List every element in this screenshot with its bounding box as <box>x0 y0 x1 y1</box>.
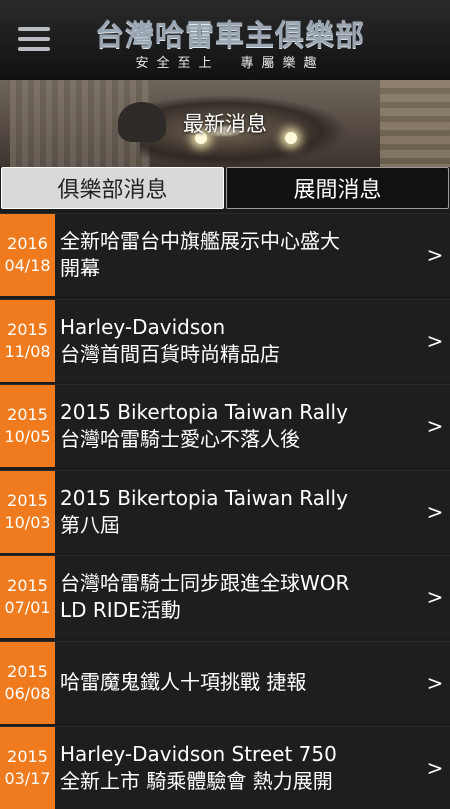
news-title-line1: 2015 Bikertopia Taiwan Rally <box>60 485 348 510</box>
news-title-line2: 台灣哈雷騎士愛心不落人後 <box>60 427 300 451</box>
news-title-line2: LD RIDE活動 <box>60 598 181 622</box>
chevron-right-icon: > <box>426 243 444 267</box>
chevron-right-icon: > <box>426 756 444 780</box>
news-item[interactable]: 2015 03/17 Harley-Davidson Street 750 全新… <box>0 726 450 809</box>
news-banner: 最新消息 <box>0 80 450 167</box>
news-year: 2016 <box>7 234 48 253</box>
app-header: 台灣哈雷車主俱樂部 安全至上 專屬樂趣 <box>0 0 450 80</box>
news-year: 2015 <box>7 319 48 339</box>
news-item[interactable]: 2015 11/08 Harley-Davidson 台灣首間百貨時尚精品店 > <box>0 298 450 382</box>
chevron-right-icon: > <box>426 328 444 353</box>
news-title: 2015 Bikertopia Taiwan Rally 台灣哈雷騎士愛心不落人… <box>55 385 420 467</box>
news-item[interactable]: 2015 10/03 2015 Bikertopia Taiwan Rally … <box>0 469 450 553</box>
news-item[interactable]: 2015 07/01 台灣哈雷騎士同步跟進全球WOR LD RIDE活動 > <box>0 555 450 638</box>
news-list: 2016 04/18 全新哈雷台中旗艦展示中心盛大 開幕 > 2015 11/0… <box>0 213 450 809</box>
chevron-right-icon: > <box>426 585 444 609</box>
news-title-line1: Harley-Davidson Street 750 <box>60 742 337 766</box>
news-date: 2015 06/08 <box>0 641 55 724</box>
news-day: 10/03 <box>4 512 51 532</box>
tab-showroom-news[interactable]: 展間消息 <box>226 167 449 209</box>
news-title: Harley-Davidson 台灣首間百貨時尚精品店 <box>55 300 420 382</box>
news-day: 04/18 <box>4 256 51 275</box>
news-title-line1: 台灣哈雷騎士同步跟進全球WOR <box>60 571 350 595</box>
news-title-line2: 全新上市 騎乘體驗會 熱力展開 <box>60 769 333 793</box>
news-date: 2015 11/08 <box>0 299 55 382</box>
news-year: 2015 <box>7 576 48 595</box>
news-item[interactable]: 2016 04/18 全新哈雷台中旗艦展示中心盛大 開幕 > <box>0 213 450 296</box>
news-date: 2015 10/03 <box>0 470 55 553</box>
news-day: 07/01 <box>4 598 51 617</box>
news-date: 2015 10/05 <box>0 385 55 467</box>
news-title: Harley-Davidson Street 750 全新上市 騎乘體驗會 熱力… <box>55 727 420 809</box>
news-date: 2016 04/18 <box>0 214 55 296</box>
news-title-line2: 第八屆 <box>60 512 120 537</box>
news-title-line1: 2015 Bikertopia Taiwan Rally <box>60 400 348 424</box>
news-title: 台灣哈雷騎士同步跟進全球WOR LD RIDE活動 <box>55 556 420 638</box>
news-title-line2: 台灣首間百貨時尚精品店 <box>60 341 280 366</box>
club-logo-title: 台灣哈雷車主俱樂部 <box>94 18 365 52</box>
news-date: 2015 03/17 <box>0 727 55 809</box>
news-title-line2: 開幕 <box>60 256 100 280</box>
news-item[interactable]: 2015 06/08 哈雷魔鬼鐵人十項挑戰 捷報 > <box>0 640 450 724</box>
news-item[interactable]: 2015 10/05 2015 Bikertopia Taiwan Rally … <box>0 384 450 467</box>
news-title-line1: 哈雷魔鬼鐵人十項挑戰 捷報 <box>60 670 307 694</box>
tab-club-news[interactable]: 俱樂部消息 <box>1 167 224 209</box>
news-title: 哈雷魔鬼鐵人十項挑戰 捷報 <box>55 642 420 724</box>
news-date: 2015 07/01 <box>0 556 55 638</box>
page-title: 最新消息 <box>183 112 267 136</box>
news-year: 2015 <box>7 405 48 424</box>
news-day: 10/05 <box>4 427 51 446</box>
news-title: 全新哈雷台中旗艦展示中心盛大 開幕 <box>55 214 420 296</box>
news-title: 2015 Bikertopia Taiwan Rally 第八屆 <box>55 471 420 553</box>
chevron-right-icon: > <box>426 499 444 524</box>
chevron-right-icon: > <box>426 414 444 438</box>
news-year: 2015 <box>7 490 48 510</box>
news-day: 03/17 <box>4 769 51 788</box>
news-year: 2015 <box>7 661 48 681</box>
news-year: 2015 <box>7 747 48 766</box>
chevron-right-icon: > <box>426 670 444 695</box>
news-tabs: 俱樂部消息 展間消息 <box>0 167 450 209</box>
news-day: 06/08 <box>4 683 51 703</box>
news-day: 11/08 <box>4 341 51 361</box>
news-title-line1: 全新哈雷台中旗艦展示中心盛大 <box>60 229 340 253</box>
club-logo-subtitle: 安全至上 專屬樂趣 <box>135 56 325 71</box>
hamburger-menu-icon[interactable] <box>18 27 50 51</box>
news-title-line1: Harley-Davidson <box>60 314 226 339</box>
